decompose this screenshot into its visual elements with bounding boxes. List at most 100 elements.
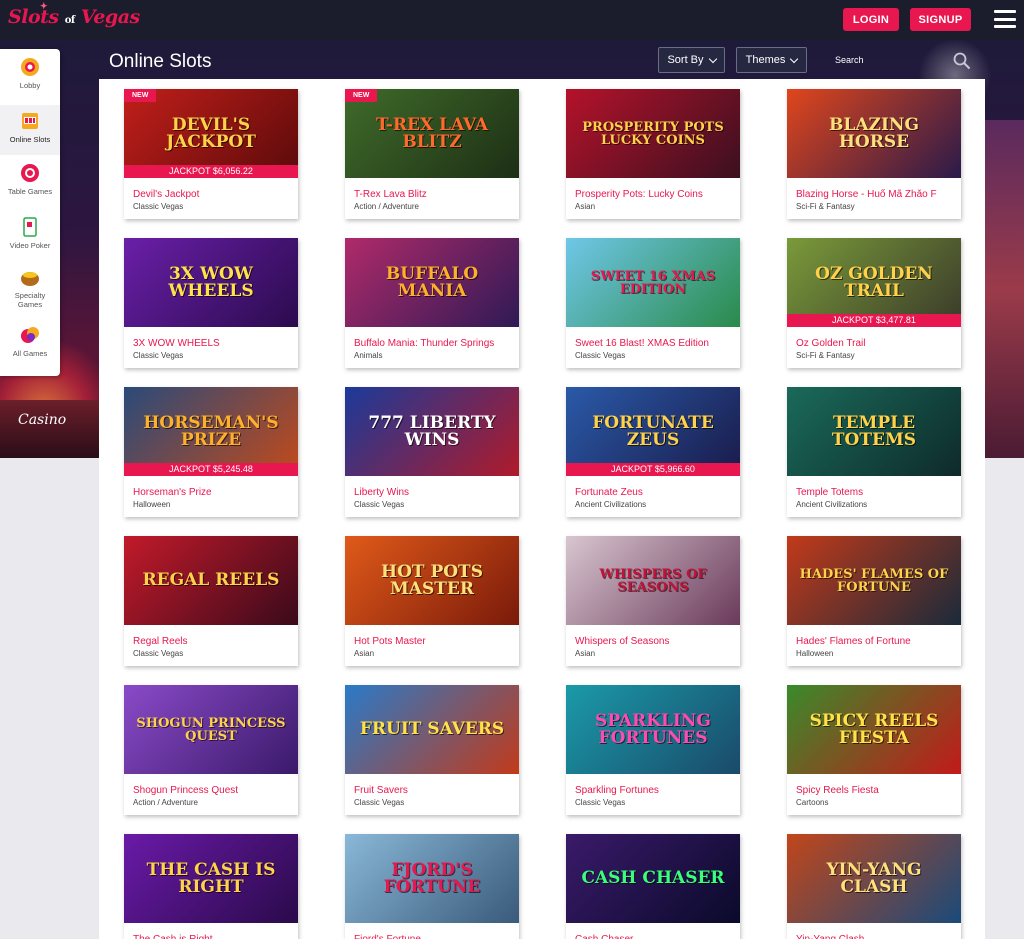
signup-button[interactable]: SIGNUP: [910, 8, 971, 31]
game-title[interactable]: Liberty Wins: [354, 487, 512, 498]
game-category: Halloween: [133, 500, 171, 509]
game-card[interactable]: BLAZING HORSE Blazing Horse - Huổ Mã Zhǎo…: [787, 89, 961, 219]
sort-by-dropdown[interactable]: Sort By: [658, 47, 725, 73]
game-thumbnail[interactable]: 777 LIBERTY WINS: [345, 387, 519, 476]
game-card[interactable]: WHISPERS OF SEASONS Whispers of Seasons As…: [566, 536, 740, 666]
game-title[interactable]: Fjord's Fortune: [354, 934, 512, 939]
game-logo-art: SPICY REELS FIESTA: [809, 710, 939, 748]
game-card[interactable]: TEMPLE TOTEMS Temple Totems Ancient Civili…: [787, 387, 961, 517]
game-title[interactable]: Sweet 16 Blast! XMAS Edition: [575, 338, 733, 349]
sidebar-item-lobby[interactable]: Lobby: [0, 55, 60, 101]
search-icon[interactable]: [953, 52, 971, 70]
game-thumbnail[interactable]: YIN-YANG CLASH: [787, 834, 961, 923]
game-thumbnail[interactable]: FRUIT SAVERS: [345, 685, 519, 774]
themes-label: Themes: [745, 54, 786, 66]
sidebar-item-specialty-games[interactable]: Specialty Games: [0, 265, 60, 321]
game-logo-art: FORTUNATE ZEUS: [592, 412, 714, 450]
game-card[interactable]: HOT POTS MASTER Hot Pots Master Asian: [345, 536, 519, 666]
game-card[interactable]: FORTUNATE ZEUS JACKPOT $5,966.60 Fortunate…: [566, 387, 740, 517]
game-card[interactable]: PROSPERITY POTS LUCKY COINS Prosperity Po…: [566, 89, 740, 219]
game-thumbnail[interactable]: WHISPERS OF SEASONS: [566, 536, 740, 625]
game-card[interactable]: OZ GOLDEN TRAIL JACKPOT $3,477.81 Oz Golde…: [787, 238, 961, 368]
sidebar-item-table-games[interactable]: Table Games: [0, 161, 60, 209]
game-card[interactable]: 3X WOW WHEELS 3X WOW WHEELS Classic Vegas: [124, 238, 298, 368]
game-thumbnail[interactable]: CASH CHASER: [566, 834, 740, 923]
game-title[interactable]: Shogun Princess Quest: [133, 785, 291, 796]
game-card[interactable]: SWEET 16 XMAS EDITION Sweet 16 Blast! XMA…: [566, 238, 740, 368]
menu-icon[interactable]: [994, 10, 1016, 28]
game-thumbnail[interactable]: BUFFALO MANIA: [345, 238, 519, 327]
game-title[interactable]: Spicy Reels Fiesta: [796, 785, 954, 796]
game-title[interactable]: Buffalo Mania: Thunder Springs: [354, 338, 512, 349]
game-thumbnail[interactable]: BLAZING HORSE: [787, 89, 961, 178]
game-category: Classic Vegas: [354, 798, 405, 807]
game-thumbnail[interactable]: HADES' FLAMES OF FORTUNE: [787, 536, 961, 625]
game-thumbnail[interactable]: SPICY REELS FIESTA: [787, 685, 961, 774]
game-title[interactable]: T-Rex Lava Blitz: [354, 189, 512, 200]
new-badge: NEW: [124, 89, 157, 102]
sidebar-item-video-poker[interactable]: Video Poker: [0, 215, 60, 263]
game-card[interactable]: YIN-YANG CLASH Yin-Yang Clash: [787, 834, 961, 939]
game-thumbnail[interactable]: HOT POTS MASTER: [345, 536, 519, 625]
game-logo-art: DEVIL'S JACKPOT: [166, 114, 256, 152]
game-logo-art: SPARKLING FORTUNES: [595, 710, 711, 748]
game-title[interactable]: Hades' Flames of Fortune: [796, 636, 954, 647]
game-card[interactable]: CASH CHASER Cash Chaser: [566, 834, 740, 939]
sidebar-item-all-games[interactable]: All Games: [0, 323, 60, 371]
sidebar-item-online-slots[interactable]: Online Slots: [0, 105, 60, 155]
game-category: Classic Vegas: [133, 351, 184, 360]
logo-text-of: of: [64, 15, 75, 26]
game-thumbnail[interactable]: REGAL REELS: [124, 536, 298, 625]
game-card[interactable]: SHOGUN PRINCESS QUEST Shogun Princess Que…: [124, 685, 298, 815]
game-title[interactable]: Devil's Jackpot: [133, 189, 291, 200]
game-card[interactable]: FRUIT SAVERS Fruit Savers Classic Vegas: [345, 685, 519, 815]
game-card[interactable]: HORSEMAN'S PRIZE JACKPOT $5,245.48 Horsema…: [124, 387, 298, 517]
game-logo-art: FRUIT SAVERS: [359, 719, 505, 739]
game-thumbnail[interactable]: FJORD'S FORTUNE: [345, 834, 519, 923]
game-thumbnail[interactable]: SWEET 16 XMAS EDITION: [566, 238, 740, 327]
game-card[interactable]: THE CASH IS RIGHT The Cash is Right: [124, 834, 298, 939]
game-thumbnail[interactable]: SPARKLING FORTUNES: [566, 685, 740, 774]
game-thumbnail[interactable]: THE CASH IS RIGHT: [124, 834, 298, 923]
game-title[interactable]: Sparkling Fortunes: [575, 785, 733, 796]
game-title[interactable]: Yin-Yang Clash: [796, 934, 954, 939]
game-card[interactable]: REGAL REELS Regal Reels Classic Vegas: [124, 536, 298, 666]
search-input[interactable]: [829, 49, 949, 71]
game-title[interactable]: Temple Totems: [796, 487, 954, 498]
game-thumbnail[interactable]: PROSPERITY POTS LUCKY COINS: [566, 89, 740, 178]
game-title[interactable]: Whispers of Seasons: [575, 636, 733, 647]
game-card[interactable]: BUFFALO MANIA Buffalo Mania: Thunder Spri…: [345, 238, 519, 368]
game-category: Ancient Civilizations: [575, 500, 647, 509]
themes-dropdown[interactable]: Themes: [736, 47, 807, 73]
game-title[interactable]: Horseman's Prize: [133, 487, 291, 498]
game-card[interactable]: DEVIL'S JACKPOT NEW JACKPOT $6,056.22 Devil…: [124, 89, 298, 219]
game-card[interactable]: 777 LIBERTY WINS Liberty Wins Classic Vega…: [345, 387, 519, 517]
game-card[interactable]: HADES' FLAMES OF FORTUNE Hades' Flames of…: [787, 536, 961, 666]
game-title[interactable]: The Cash is Right: [133, 934, 291, 939]
game-title[interactable]: Cash Chaser: [575, 934, 733, 939]
game-title[interactable]: Hot Pots Master: [354, 636, 512, 647]
game-title[interactable]: 3X WOW WHEELS: [133, 338, 291, 349]
specialty-pot-icon: [18, 265, 42, 289]
game-thumbnail[interactable]: SHOGUN PRINCESS QUEST: [124, 685, 298, 774]
game-title[interactable]: Oz Golden Trail: [796, 338, 954, 349]
game-card[interactable]: FJORD'S FORTUNE Fjord's Fortune: [345, 834, 519, 939]
game-card[interactable]: SPICY REELS FIESTA Spicy Reels Fiesta Cart…: [787, 685, 961, 815]
game-title[interactable]: Fortunate Zeus: [575, 487, 733, 498]
logo-text-vegas: Vegas: [80, 6, 140, 28]
game-title[interactable]: Blazing Horse - Huổ Mã Zhǎo F: [796, 189, 954, 200]
game-card[interactable]: SPARKLING FORTUNES Sparkling Fortunes Clas…: [566, 685, 740, 815]
game-logo-art: HADES' FLAMES OF FORTUNE: [799, 566, 949, 595]
game-title[interactable]: Regal Reels: [133, 636, 291, 647]
game-title[interactable]: Fruit Savers: [354, 785, 512, 796]
jackpot-banner: JACKPOT $5,966.60: [566, 463, 740, 476]
game-thumbnail[interactable]: 3X WOW WHEELS: [124, 238, 298, 327]
page-title: Online Slots: [109, 51, 212, 72]
site-logo[interactable]: Slots ✦ of Vegas: [8, 2, 140, 28]
game-card[interactable]: T-REX LAVA BLITZ NEW T-Rex Lava Blitz Actio…: [345, 89, 519, 219]
game-logo-art: 3X WOW WHEELS: [168, 263, 254, 301]
game-thumbnail[interactable]: TEMPLE TOTEMS: [787, 387, 961, 476]
game-thumbnail[interactable]: T-REX LAVA BLITZ: [345, 89, 519, 178]
game-title[interactable]: Prosperity Pots: Lucky Coins: [575, 189, 733, 200]
login-button[interactable]: LOGIN: [843, 8, 899, 31]
